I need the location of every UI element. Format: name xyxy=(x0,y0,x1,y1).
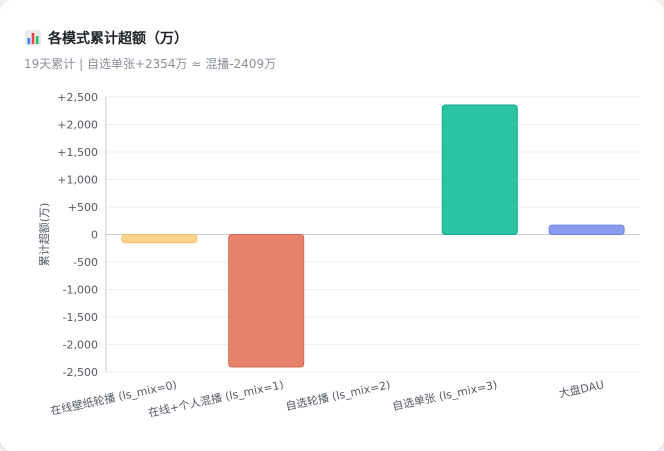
y-tick-label: -1,000 xyxy=(63,284,98,297)
y-tick-label: 0 xyxy=(91,229,98,242)
y-tick-label: +1,000 xyxy=(57,174,98,187)
bar[interactable] xyxy=(441,104,518,235)
x-tick-label: 自选单张 (ls_mix=3) xyxy=(391,378,498,413)
bar[interactable] xyxy=(548,224,625,235)
y-tick-label: +500 xyxy=(68,201,98,214)
y-tick-label: -500 xyxy=(73,256,98,269)
x-tick-label: 自选轮播 (ls_mix=2) xyxy=(284,377,391,413)
bar[interactable] xyxy=(121,234,198,244)
chart-card: 各模式累计超额（万） 19天累计 | 自选单张+2354万 ≈ 混播-2409万… xyxy=(0,0,664,451)
y-tick-label: +2,500 xyxy=(57,91,98,104)
bar[interactable] xyxy=(228,234,305,368)
y-tick-label: -2,000 xyxy=(63,339,98,352)
y-tick-label: -2,500 xyxy=(63,366,98,379)
y-tick-label: +1,500 xyxy=(57,146,98,159)
y-axis-title: 累计超额(万) xyxy=(37,203,51,267)
bar-chart: +2,500 +2,000 +1,500 +1,000 +500 0 -500 -1,000 -… xyxy=(37,91,640,420)
x-tick-label: 大盘DAU xyxy=(557,377,605,400)
y-tick-label: +2,000 xyxy=(57,119,98,132)
y-tick-label: -1,500 xyxy=(63,311,98,324)
